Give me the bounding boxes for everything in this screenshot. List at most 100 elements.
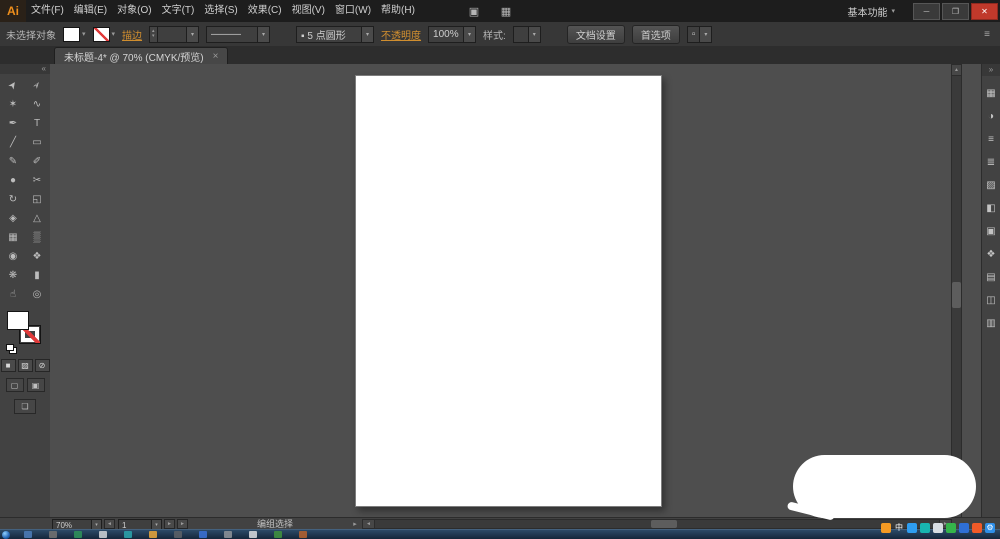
transparency-panel-icon[interactable]: ◧ bbox=[983, 197, 999, 220]
artboards-panel-icon[interactable]: ◫ bbox=[983, 289, 999, 312]
select-similar-dropdown[interactable]: ▫ ▾ bbox=[687, 26, 713, 43]
zoom-tool[interactable]: ◎ bbox=[25, 285, 49, 304]
vertical-scroll-thumb[interactable] bbox=[952, 282, 961, 308]
close-icon[interactable]: × bbox=[213, 51, 219, 62]
vertical-scroll-track[interactable] bbox=[952, 76, 961, 506]
taskbar-app-12[interactable] bbox=[299, 531, 307, 538]
next-artboard-button[interactable]: ► bbox=[164, 519, 175, 529]
shape-builder-tool[interactable]: ◈ bbox=[1, 209, 25, 228]
taskbar-app-9[interactable] bbox=[224, 531, 232, 538]
width-profile-combo[interactable]: ——— ▾ bbox=[206, 26, 270, 43]
stroke-panel-link[interactable]: 描边 bbox=[122, 27, 142, 42]
taskbar-app-6[interactable] bbox=[149, 531, 157, 538]
menu-effect[interactable]: 效果(C) bbox=[243, 0, 287, 22]
pen-tool[interactable]: ✒ bbox=[1, 114, 25, 133]
tray-icon-white[interactable] bbox=[933, 523, 943, 533]
libraries-panel-icon[interactable]: ▥ bbox=[983, 312, 999, 335]
rotate-tool[interactable]: ↻ bbox=[1, 190, 25, 209]
stepper-icon[interactable]: ▴▾ bbox=[150, 27, 158, 42]
arrange-documents-icon[interactable]: ▦ bbox=[498, 5, 514, 18]
line-segment-tool[interactable]: ╱ bbox=[1, 133, 25, 152]
menu-select[interactable]: 选择(S) bbox=[199, 0, 242, 22]
rectangle-tool[interactable]: ▭ bbox=[25, 133, 49, 152]
type-tool[interactable]: T bbox=[25, 114, 49, 133]
color-panel-icon[interactable]: ▦ bbox=[983, 82, 999, 105]
lasso-tool[interactable]: ∿ bbox=[25, 95, 49, 114]
document-tab[interactable]: 未标题-4* @ 70% (CMYK/预览) × bbox=[54, 47, 228, 65]
column-graph-tool[interactable]: ▮ bbox=[25, 266, 49, 285]
close-button[interactable]: ✕ bbox=[971, 3, 998, 20]
chevron-down-icon[interactable]: ▾ bbox=[699, 27, 711, 42]
horizontal-scrollbar[interactable]: ◄ ► bbox=[362, 519, 952, 529]
taskbar-app-4[interactable] bbox=[99, 531, 107, 538]
default-fill-stroke-button[interactable] bbox=[6, 344, 17, 354]
expand-panels-button[interactable]: » bbox=[982, 64, 1000, 76]
stroke-weight-combo[interactable]: ▴▾ ▾ bbox=[149, 26, 199, 43]
taskbar-app-11[interactable] bbox=[274, 531, 282, 538]
color-guide-panel-icon[interactable]: ◑ bbox=[983, 105, 999, 128]
chevron-down-icon[interactable]: ▾ bbox=[528, 27, 540, 42]
gradient-button[interactable]: ▨ bbox=[18, 359, 33, 372]
taskbar-app-3[interactable] bbox=[74, 531, 82, 538]
taskbar-app-10[interactable] bbox=[249, 531, 257, 538]
minimize-button[interactable]: ─ bbox=[913, 3, 940, 20]
fill-color-swatch[interactable]: ▾ bbox=[63, 27, 86, 42]
menu-window[interactable]: 窗口(W) bbox=[330, 0, 376, 22]
direct-selection-tool[interactable]: ➢ bbox=[25, 76, 49, 95]
prev-artboard-button[interactable]: ◄ bbox=[104, 519, 115, 529]
magic-wand-tool[interactable]: ✶ bbox=[1, 95, 25, 114]
taskbar-app-5[interactable] bbox=[124, 531, 132, 538]
appearance-panel-icon[interactable]: ≡ bbox=[983, 128, 999, 151]
restore-button[interactable]: ❐ bbox=[942, 3, 969, 20]
hand-tool[interactable]: ☝ bbox=[1, 285, 25, 304]
none-button[interactable]: ⊘ bbox=[35, 359, 50, 372]
perspective-grid-tool[interactable]: △ bbox=[25, 209, 49, 228]
chevron-down-icon[interactable]: ▾ bbox=[361, 27, 373, 42]
selection-tool[interactable]: ➤ bbox=[1, 76, 25, 95]
tray-icon-navy[interactable] bbox=[959, 523, 969, 533]
status-flyout-button[interactable]: ▸ bbox=[350, 519, 360, 529]
blend-tool[interactable]: ❖ bbox=[25, 247, 49, 266]
taskbar-app-8[interactable] bbox=[199, 531, 207, 538]
gradient-tool[interactable]: ▒ bbox=[25, 228, 49, 247]
opacity-panel-link[interactable]: 不透明度 bbox=[381, 27, 421, 42]
scroll-left-icon[interactable]: ◄ bbox=[363, 520, 375, 528]
workspace-switcher[interactable]: 基本功能 ▾ bbox=[839, 4, 903, 19]
stroke-color-swatch[interactable]: ▾ bbox=[93, 27, 116, 42]
chevron-down-icon[interactable]: ▾ bbox=[463, 27, 475, 42]
settings-gear-icon[interactable]: ⚙ bbox=[985, 523, 995, 533]
style-swatch-combo[interactable]: ▾ bbox=[513, 26, 541, 43]
stroke-panel-icon[interactable]: ≣ bbox=[983, 151, 999, 174]
fill-color-indicator[interactable] bbox=[7, 311, 29, 330]
menu-edit[interactable]: 编辑(E) bbox=[69, 0, 112, 22]
control-bar-menu-icon[interactable]: ≡ bbox=[984, 29, 994, 40]
menu-file[interactable]: 文件(F) bbox=[26, 0, 69, 22]
screen-mode-button[interactable]: ❏ bbox=[14, 399, 36, 414]
tray-icon-orange[interactable] bbox=[881, 523, 891, 533]
gradient-panel-icon[interactable]: ▨ bbox=[983, 174, 999, 197]
tray-icon-red[interactable] bbox=[972, 523, 982, 533]
tray-icon-teal[interactable] bbox=[920, 523, 930, 533]
vertical-scrollbar[interactable]: ▲ ▼ bbox=[951, 64, 962, 518]
pencil-tool[interactable]: ✐ bbox=[25, 152, 49, 171]
artboard[interactable] bbox=[355, 75, 662, 507]
menu-type[interactable]: 文字(T) bbox=[157, 0, 200, 22]
eraser-tool[interactable]: ✂ bbox=[25, 171, 49, 190]
blob-brush-tool[interactable]: ● bbox=[1, 171, 25, 190]
color-button[interactable]: ■ bbox=[1, 359, 16, 372]
menu-view[interactable]: 视图(V) bbox=[287, 0, 330, 22]
symbols-panel-icon[interactable]: ❖ bbox=[983, 243, 999, 266]
graphic-styles-panel-icon[interactable]: ▣ bbox=[983, 220, 999, 243]
preferences-button[interactable]: 首选项 bbox=[632, 25, 680, 44]
menu-help[interactable]: 帮助(H) bbox=[376, 0, 420, 22]
chevron-down-icon[interactable]: ▾ bbox=[186, 27, 198, 42]
collapse-toolbar-button[interactable]: « bbox=[0, 64, 50, 74]
mesh-tool[interactable]: ▦ bbox=[1, 228, 25, 247]
layers-panel-icon[interactable]: ▤ bbox=[983, 266, 999, 289]
symbol-sprayer-tool[interactable]: ❋ bbox=[1, 266, 25, 285]
stepper-down-icon[interactable]: ▾ bbox=[152, 34, 155, 39]
menu-object[interactable]: 对象(O) bbox=[112, 0, 156, 22]
horizontal-scroll-thumb[interactable] bbox=[651, 520, 677, 528]
draw-behind-button[interactable]: ▣ bbox=[27, 378, 45, 392]
horizontal-scroll-track[interactable] bbox=[375, 520, 939, 528]
